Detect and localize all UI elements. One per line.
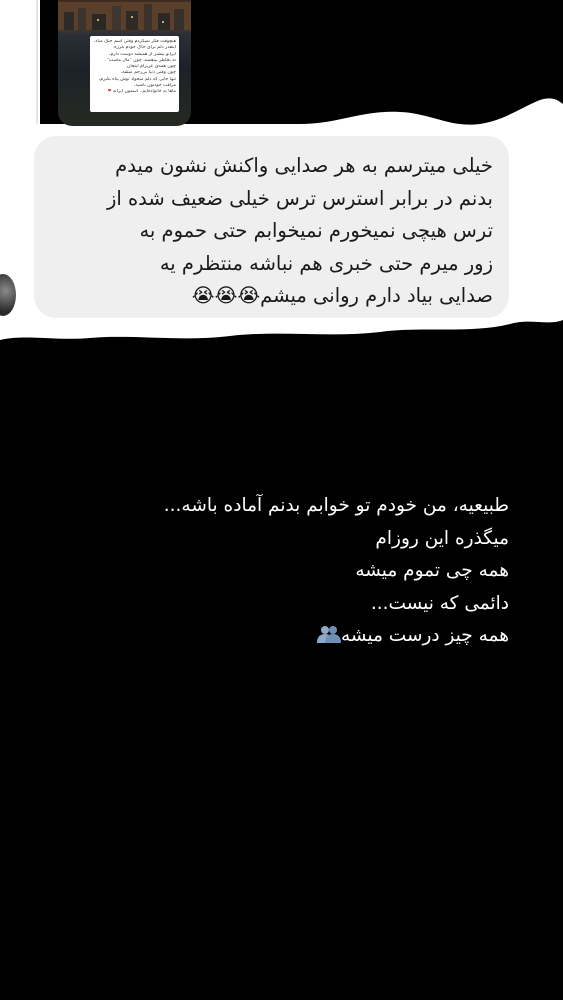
caption-line: طبیعیه، من خودم تو خوابم بدنم آماده باشه… <box>163 495 509 516</box>
crying-emoji-icon: 😭😭😭 <box>191 284 261 307</box>
reply-thread-line <box>36 0 38 124</box>
caption-line: میگذره این روزام <box>375 527 509 549</box>
message-line: زور میرم حتی خبری هم نباشه منتظرم یه <box>159 251 493 275</box>
caption-line-text: همه چیز درست میشه <box>341 625 509 646</box>
people-silhouette-icon <box>317 626 341 643</box>
story-caption: طبیعیه، من خودم تو خوابم بدنم آماده باشه… <box>29 490 509 653</box>
caption-line: دائمی که نیست... <box>370 592 509 614</box>
story-thumbnail[interactable]: هیچوقت فکر نمیکردم وقتی اسم جنگ میاد، ای… <box>58 0 191 126</box>
message-line: بدنم در برابر استرس ترس خیلی ضعیف شده از <box>106 186 493 210</box>
story-screen: هیچوقت فکر نمیکردم وقتی اسم جنگ میاد، ای… <box>0 0 563 1000</box>
message-line-last: صدایی بیاد دارم روانی میشم😭😭😭 <box>48 280 493 313</box>
message-line: خیلی میترسم به هر صدایی واکنش نشون میدم <box>115 154 493 177</box>
caption-line-last: همه چیز درست میشه <box>29 620 509 653</box>
quote-card: هیچوقت فکر نمیکردم وقتی اسم جنگ میاد، ای… <box>90 36 179 112</box>
message-line: ترس هیچی نمیخورم نمیخوابم حتی حموم به <box>139 219 493 242</box>
message-line-text: صدایی بیاد دارم روانی میشم <box>260 284 493 307</box>
quote-line-last: ماها یه خانواده‌ایم.. آسمون ایرانه ❤ <box>93 89 176 95</box>
quote-line-text: ماها یه خانواده‌ایم.. آسمون ایرانه <box>112 89 176 95</box>
heart-icon: ❤ <box>107 89 112 95</box>
city-skyline-image <box>58 2 191 30</box>
caption-line: همه چی تموم میشه <box>355 560 509 581</box>
reply-message-bubble[interactable]: خیلی میترسم به هر صدایی واکنش نشون میدم … <box>34 136 509 318</box>
